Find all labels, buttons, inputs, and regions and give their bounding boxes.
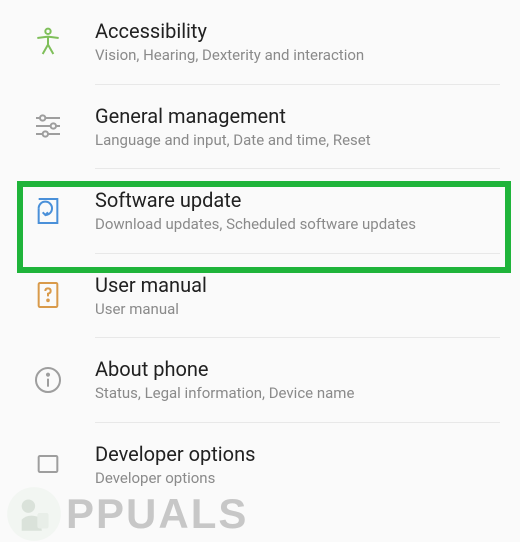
- item-subtitle: Developer options: [95, 469, 500, 489]
- item-subtitle: Status, Legal information, Device name: [95, 384, 500, 404]
- item-title: General management: [95, 103, 500, 129]
- settings-item-text: About phone Status, Legal information, D…: [95, 356, 520, 404]
- item-title: About phone: [95, 356, 500, 382]
- settings-item-software-update[interactable]: Software update Download updates, Schedu…: [0, 169, 520, 253]
- settings-item-about-phone[interactable]: About phone Status, Legal information, D…: [0, 338, 520, 422]
- item-subtitle: Language and input, Date and time, Reset: [95, 131, 500, 151]
- settings-item-user-manual[interactable]: User manual User manual: [0, 254, 520, 338]
- sliders-icon: [0, 110, 95, 142]
- settings-item-accessibility[interactable]: Accessibility Vision, Hearing, Dexterity…: [0, 0, 520, 84]
- settings-item-general-management[interactable]: General management Language and input, D…: [0, 85, 520, 169]
- settings-item-text: General management Language and input, D…: [95, 103, 520, 151]
- settings-item-text: Software update Download updates, Schedu…: [95, 187, 520, 235]
- info-icon: [0, 364, 95, 396]
- manual-icon: [0, 279, 95, 311]
- settings-item-text: User manual User manual: [95, 272, 520, 320]
- developer-icon: [0, 448, 95, 480]
- accessibility-icon: [0, 26, 95, 58]
- settings-list: Accessibility Vision, Hearing, Dexterity…: [0, 0, 520, 506]
- item-subtitle: User manual: [95, 300, 500, 320]
- settings-item-developer-options[interactable]: Developer options Developer options: [0, 423, 520, 507]
- item-title: Developer options: [95, 441, 500, 467]
- item-subtitle: Vision, Hearing, Dexterity and interacti…: [95, 46, 500, 66]
- item-title: Accessibility: [95, 18, 500, 44]
- settings-item-text: Developer options Developer options: [95, 441, 520, 489]
- settings-item-text: Accessibility Vision, Hearing, Dexterity…: [95, 18, 520, 66]
- item-title: User manual: [95, 272, 500, 298]
- item-subtitle: Download updates, Scheduled software upd…: [95, 215, 500, 235]
- item-title: Software update: [95, 187, 500, 213]
- update-icon: [0, 195, 95, 227]
